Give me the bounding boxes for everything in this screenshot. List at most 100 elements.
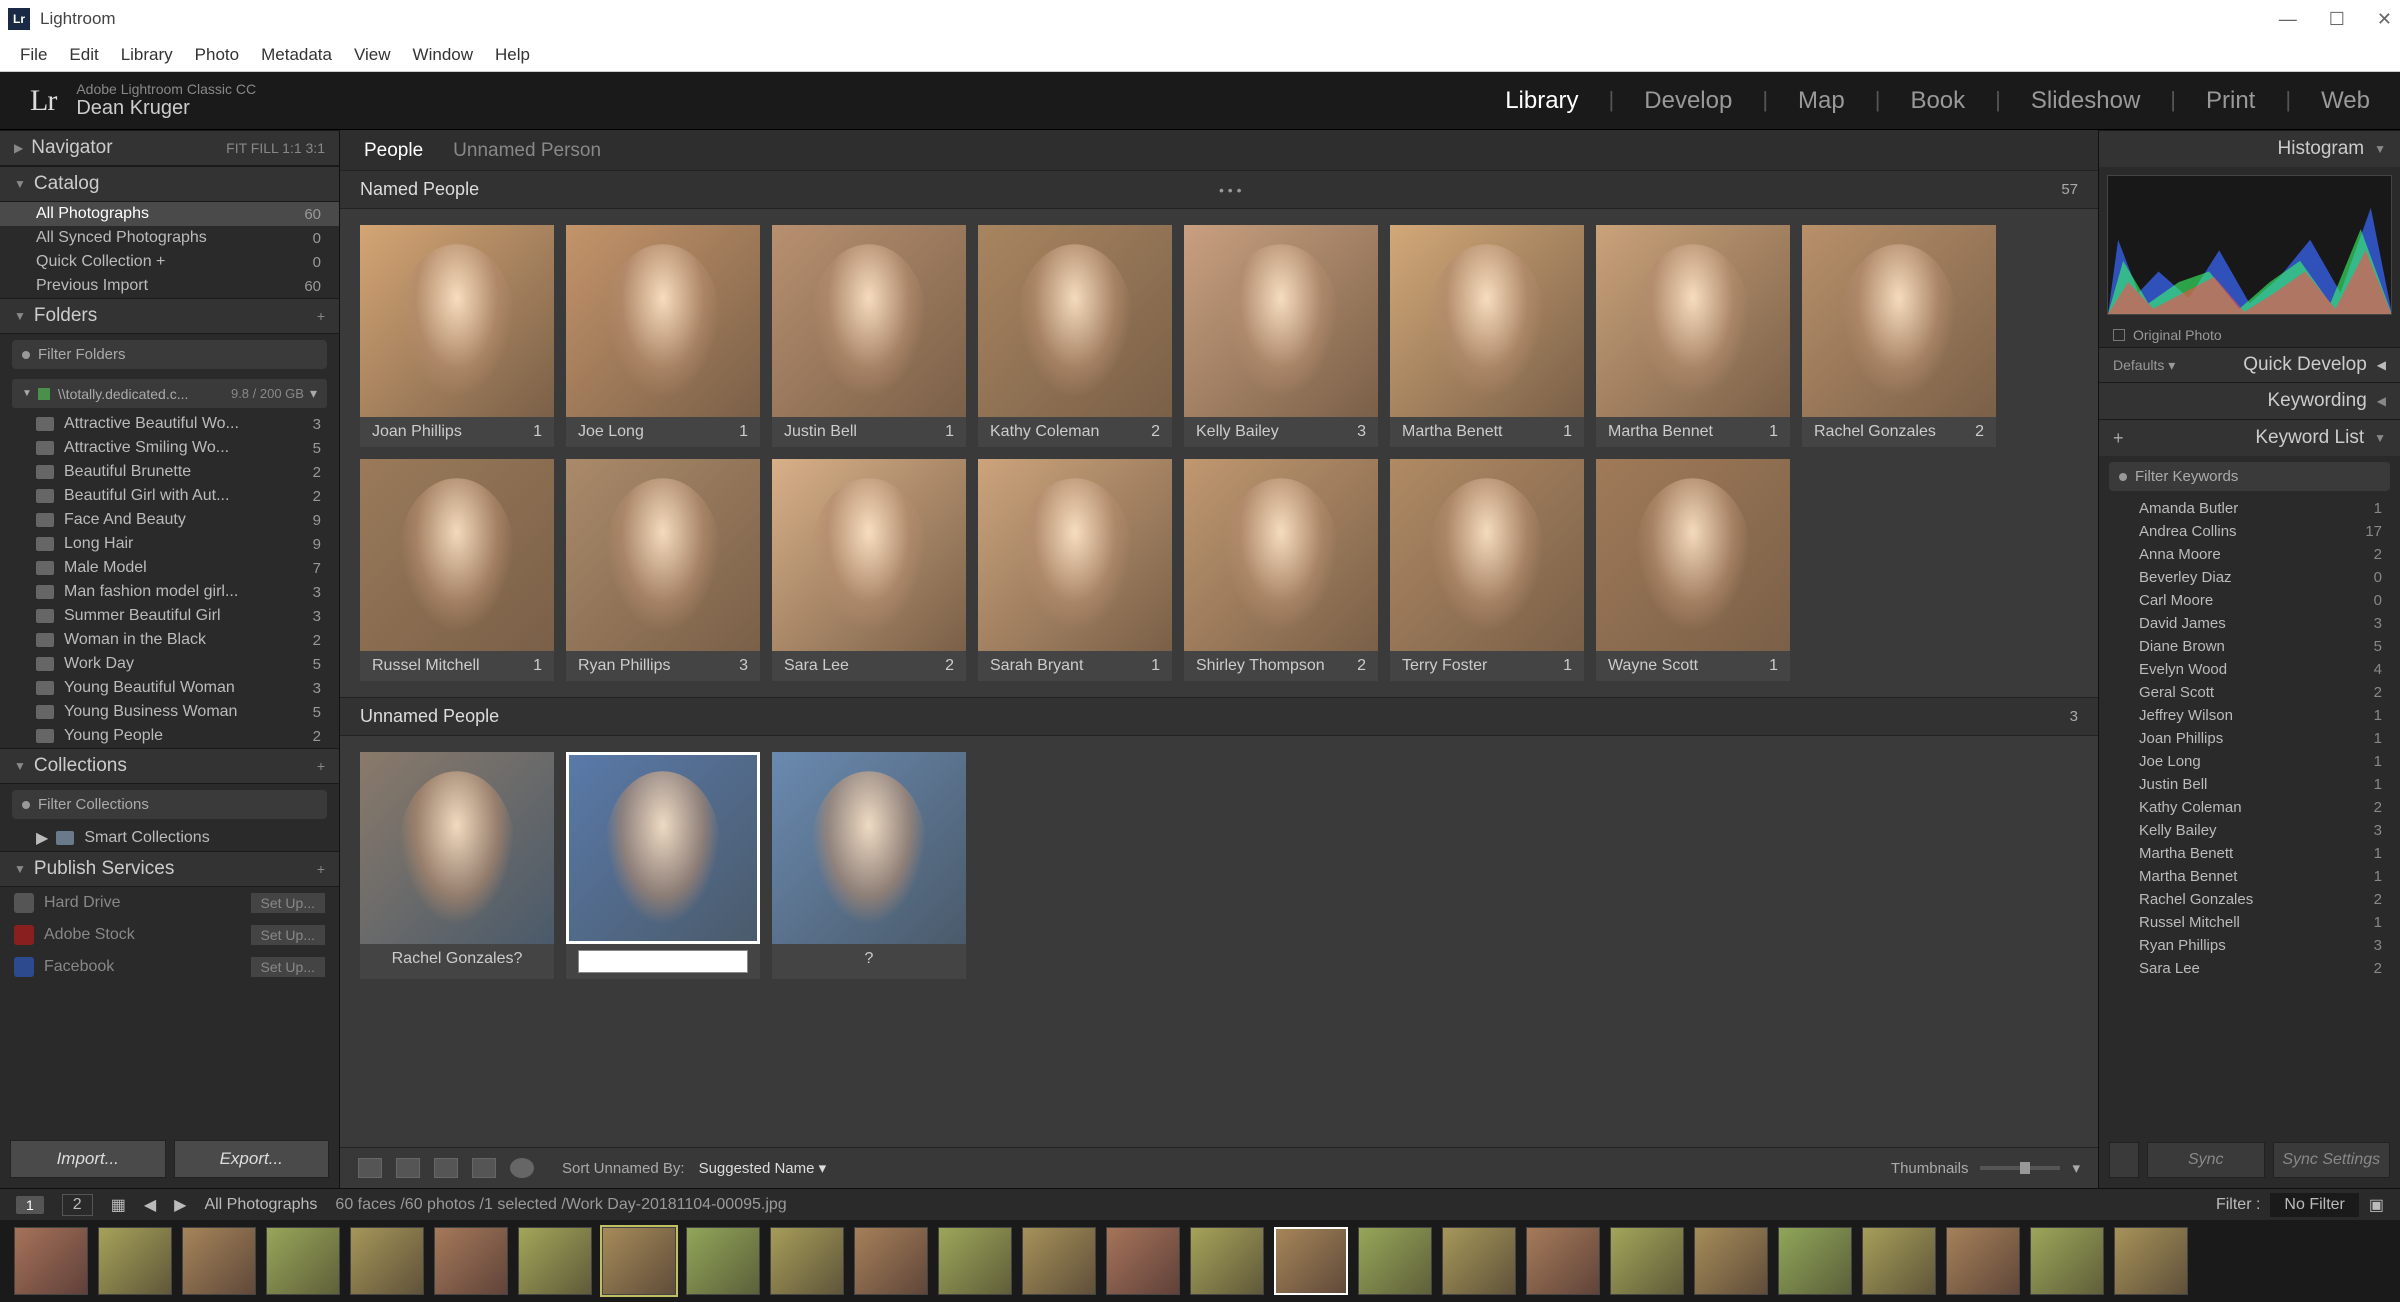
original-photo-checkbox[interactable] bbox=[2113, 329, 2125, 341]
face-thumbnail[interactable] bbox=[1596, 225, 1790, 417]
keyword-item[interactable]: Beverley Diaz0 bbox=[2099, 566, 2400, 589]
keyword-item[interactable]: Justin Bell1 bbox=[2099, 773, 2400, 796]
person-tile[interactable]: Russel Mitchell1 bbox=[360, 459, 554, 681]
smart-collections-row[interactable]: ▶ Smart Collections bbox=[0, 825, 339, 851]
publish-service[interactable]: Adobe StockSet Up... bbox=[0, 919, 339, 951]
folder-item[interactable]: Attractive Smiling Wo...5 bbox=[0, 436, 339, 460]
folder-item[interactable]: Long Hair9 bbox=[0, 532, 339, 556]
folder-item[interactable]: Young Business Woman5 bbox=[0, 700, 339, 724]
filmstrip-thumb[interactable] bbox=[1694, 1227, 1768, 1295]
grid-sq-icon[interactable]: ▦ bbox=[111, 1195, 126, 1215]
person-tile[interactable]: Terry Foster1 bbox=[1390, 459, 1584, 681]
face-thumbnail[interactable] bbox=[360, 459, 554, 651]
module-map[interactable]: Map bbox=[1798, 87, 1845, 115]
keyword-item[interactable]: Rachel Gonzales2 bbox=[2099, 888, 2400, 911]
face-thumbnail[interactable] bbox=[566, 225, 760, 417]
keyword-item[interactable]: Andrea Collins17 bbox=[2099, 520, 2400, 543]
publish-service[interactable]: FacebookSet Up... bbox=[0, 951, 339, 983]
next-arrow-icon[interactable]: ▶ bbox=[174, 1195, 186, 1215]
collections-filter-input[interactable]: Filter Collections bbox=[12, 790, 327, 819]
folder-item[interactable]: Man fashion model girl...3 bbox=[0, 580, 339, 604]
person-tile[interactable]: Sarah Bryant1 bbox=[978, 459, 1172, 681]
person-tile[interactable]: Kelly Bailey3 bbox=[1184, 225, 1378, 447]
menu-edit[interactable]: Edit bbox=[69, 45, 98, 65]
import-button[interactable]: Import... bbox=[10, 1140, 166, 1178]
menu-help[interactable]: Help bbox=[495, 45, 530, 65]
filmstrip-thumb[interactable] bbox=[1106, 1227, 1180, 1295]
prev-arrow-icon[interactable]: ◀ bbox=[144, 1195, 156, 1215]
filter-dropdown[interactable]: No Filter bbox=[2270, 1193, 2358, 1217]
breadcrumb[interactable]: All Photographs bbox=[204, 1196, 317, 1214]
face-thumbnail[interactable] bbox=[1596, 459, 1790, 651]
module-book[interactable]: Book bbox=[1910, 87, 1965, 115]
filmstrip-thumb[interactable] bbox=[2030, 1227, 2104, 1295]
filmstrip-thumb[interactable] bbox=[854, 1227, 928, 1295]
folder-item[interactable]: Face And Beauty9 bbox=[0, 508, 339, 532]
survey-view-icon[interactable] bbox=[472, 1158, 496, 1178]
folder-item[interactable]: Young Beautiful Woman3 bbox=[0, 676, 339, 700]
people-view-icon[interactable] bbox=[510, 1158, 534, 1178]
keyword-item[interactable]: Evelyn Wood4 bbox=[2099, 658, 2400, 681]
keyword-item[interactable]: Joan Phillips1 bbox=[2099, 727, 2400, 750]
filmstrip-thumb[interactable] bbox=[1862, 1227, 1936, 1295]
folder-item[interactable]: Attractive Beautiful Wo...3 bbox=[0, 412, 339, 436]
module-library[interactable]: Library bbox=[1505, 87, 1578, 115]
unnamed-person-tile[interactable] bbox=[566, 752, 760, 979]
person-tile[interactable]: Sara Lee2 bbox=[772, 459, 966, 681]
keyword-item[interactable]: Russel Mitchell1 bbox=[2099, 911, 2400, 934]
filmstrip-thumb[interactable] bbox=[98, 1227, 172, 1295]
add-publish-icon[interactable]: + bbox=[317, 861, 325, 877]
loupe-view-icon[interactable] bbox=[396, 1158, 420, 1178]
filmstrip-thumb[interactable] bbox=[770, 1227, 844, 1295]
keyword-item[interactable]: Kelly Bailey3 bbox=[2099, 819, 2400, 842]
menu-library[interactable]: Library bbox=[121, 45, 173, 65]
keywording-header[interactable]: Keywording◀ bbox=[2099, 382, 2400, 419]
module-print[interactable]: Print bbox=[2206, 87, 2255, 115]
catalog-header[interactable]: ▼Catalog bbox=[0, 166, 339, 202]
folder-item[interactable]: Beautiful Brunette2 bbox=[0, 460, 339, 484]
filmstrip-thumb[interactable] bbox=[938, 1227, 1012, 1295]
keyword-item[interactable]: Carl Moore0 bbox=[2099, 589, 2400, 612]
folder-item[interactable]: Young People2 bbox=[0, 724, 339, 748]
tab-unnamed-person[interactable]: Unnamed Person bbox=[453, 140, 601, 170]
person-tile[interactable]: Wayne Scott1 bbox=[1596, 459, 1790, 681]
export-button[interactable]: Export... bbox=[174, 1140, 330, 1178]
keyword-item[interactable]: Diane Brown5 bbox=[2099, 635, 2400, 658]
filmstrip-thumb[interactable] bbox=[182, 1227, 256, 1295]
module-web[interactable]: Web bbox=[2321, 87, 2370, 115]
folder-item[interactable]: Work Day5 bbox=[0, 652, 339, 676]
face-thumbnail[interactable] bbox=[566, 459, 760, 651]
filmstrip-thumb[interactable] bbox=[1946, 1227, 2020, 1295]
histogram-header[interactable]: Histogram▼ bbox=[2099, 130, 2400, 167]
face-thumbnail[interactable] bbox=[360, 225, 554, 417]
sync-settings-button[interactable]: Sync Settings bbox=[2273, 1142, 2391, 1178]
keyword-item[interactable]: Joe Long1 bbox=[2099, 750, 2400, 773]
filmstrip-thumb[interactable] bbox=[602, 1227, 676, 1295]
minimize-icon[interactable]: — bbox=[2279, 9, 2297, 30]
publish-service[interactable]: Hard DriveSet Up... bbox=[0, 887, 339, 919]
folder-item[interactable]: Woman in the Black2 bbox=[0, 628, 339, 652]
filmstrip-thumb[interactable] bbox=[2114, 1227, 2188, 1295]
menu-view[interactable]: View bbox=[354, 45, 391, 65]
sort-dropdown[interactable]: Suggested Name ▾ bbox=[699, 1159, 827, 1177]
folder-item[interactable]: Beautiful Girl with Aut...2 bbox=[0, 484, 339, 508]
person-tile[interactable]: Ryan Phillips3 bbox=[566, 459, 760, 681]
folders-header[interactable]: ▼Folders + bbox=[0, 298, 339, 334]
defaults-dropdown[interactable]: Defaults ▾ bbox=[2113, 357, 2175, 374]
menu-metadata[interactable]: Metadata bbox=[261, 45, 332, 65]
tab-people[interactable]: People bbox=[364, 140, 423, 170]
menu-window[interactable]: Window bbox=[413, 45, 473, 65]
filmstrip-thumb[interactable] bbox=[350, 1227, 424, 1295]
filmstrip-thumb[interactable] bbox=[518, 1227, 592, 1295]
keyword-item[interactable]: Jeffrey Wilson1 bbox=[2099, 704, 2400, 727]
face-thumbnail[interactable] bbox=[1184, 225, 1378, 417]
filmstrip-thumb[interactable] bbox=[1022, 1227, 1096, 1295]
person-tile[interactable]: Martha Benett1 bbox=[1390, 225, 1584, 447]
folder-item[interactable]: Summer Beautiful Girl3 bbox=[0, 604, 339, 628]
folder-filter-input[interactable]: Filter Folders bbox=[12, 340, 327, 369]
person-tile[interactable]: Kathy Coleman2 bbox=[978, 225, 1172, 447]
filmstrip-thumb[interactable] bbox=[266, 1227, 340, 1295]
face-thumbnail[interactable] bbox=[360, 752, 554, 944]
filmstrip-thumb[interactable] bbox=[686, 1227, 760, 1295]
person-tile[interactable]: Martha Bennet1 bbox=[1596, 225, 1790, 447]
